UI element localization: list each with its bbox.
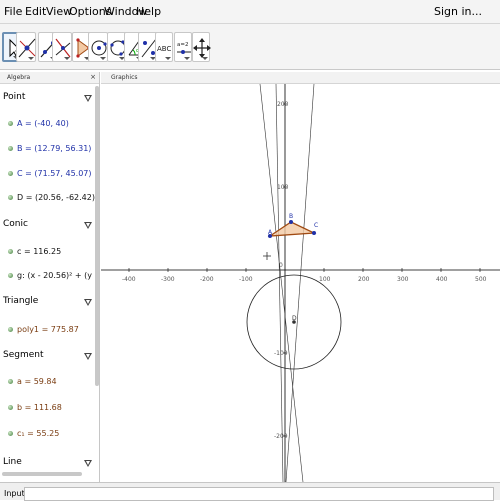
list-item-c1[interactable]: c₁ = 55.25 <box>8 429 59 438</box>
vertical-scrollbar[interactable] <box>95 86 99 386</box>
category-conic[interactable]: Conic <box>3 219 28 229</box>
y-tick-label: 100 <box>277 184 289 191</box>
algebra-view: Algebra × Point A = (-40, 40) B = (12.79… <box>0 72 100 500</box>
point-tool-button[interactable] <box>16 32 36 62</box>
graphics-header: Graphics <box>101 72 500 84</box>
crosshair-cursor-icon <box>263 252 271 260</box>
menu-help[interactable]: Help <box>136 5 161 18</box>
menu-file[interactable]: File <box>4 5 22 18</box>
y-tick-label: -200 <box>274 433 288 440</box>
item-text: C = (71.57, 45.07) <box>17 169 92 178</box>
x-tick-label: 100 <box>319 276 331 283</box>
triangle-poly1[interactable] <box>267 221 317 237</box>
list-item-g[interactable]: g: (x - 20.56)² + (y + 62.42)² <box>8 271 99 280</box>
horizontal-scrollbar[interactable] <box>2 472 82 476</box>
item-text: g: (x - 20.56)² + (y + 62.42)² <box>17 271 99 280</box>
circle-tool-button[interactable] <box>88 32 108 62</box>
slider-tool-button[interactable]: a=2 <box>174 32 192 62</box>
list-item-poly1[interactable]: poly1 = 775.87 <box>8 325 79 334</box>
menu-edit[interactable]: Edit <box>25 5 46 18</box>
point-label-D: D <box>292 315 297 322</box>
sign-in-link[interactable]: Sign in... <box>434 5 482 18</box>
collapse-triangle-icon[interactable] <box>84 353 92 360</box>
x-tick-label: -100 <box>239 276 253 283</box>
visibility-toggle-icon[interactable] <box>8 121 13 126</box>
visibility-toggle-icon[interactable] <box>8 195 13 200</box>
point-B[interactable] <box>289 220 293 224</box>
collapse-triangle-icon[interactable] <box>84 95 92 102</box>
list-item-B[interactable]: B = (12.79, 56.31) <box>8 144 91 153</box>
input-field[interactable] <box>24 487 494 501</box>
visibility-toggle-icon[interactable] <box>8 249 13 254</box>
item-text: poly1 = 775.87 <box>17 325 79 334</box>
category-point[interactable]: Point <box>3 92 25 102</box>
visibility-toggle-icon[interactable] <box>8 405 13 410</box>
input-bar: Input: <box>0 482 500 501</box>
toolbar: α ABC a=2 <box>0 24 500 70</box>
collapse-triangle-icon[interactable] <box>84 460 92 467</box>
item-text: a = 59.84 <box>17 377 57 386</box>
visibility-toggle-icon[interactable] <box>8 171 13 176</box>
x-tick-label: 300 <box>397 276 409 283</box>
visibility-toggle-icon[interactable] <box>8 273 13 278</box>
list-item-b[interactable]: b = 111.68 <box>8 403 62 412</box>
visibility-toggle-icon[interactable] <box>8 379 13 384</box>
visibility-toggle-icon[interactable] <box>8 431 13 436</box>
x-tick-label: -400 <box>122 276 136 283</box>
x-tick-label: 500 <box>475 276 487 283</box>
item-text: b = 111.68 <box>17 403 62 412</box>
item-text: D = (20.56, -62.42) <box>17 193 95 202</box>
algebra-title: Algebra <box>7 74 31 81</box>
x-tick-label: -200 <box>200 276 214 283</box>
point-label-B: B <box>289 213 293 220</box>
list-item-a[interactable]: a = 59.84 <box>8 377 57 386</box>
category-line[interactable]: Line <box>3 457 22 467</box>
list-item-C[interactable]: C = (71.57, 45.07) <box>8 169 92 178</box>
circle-tool-icon <box>91 40 107 56</box>
perpendicular-tool-button[interactable] <box>52 32 72 62</box>
point-tool-icon <box>18 38 36 58</box>
close-icon[interactable]: × <box>90 73 96 81</box>
svg-text:ABC: ABC <box>157 45 171 53</box>
svg-text:a=2: a=2 <box>177 42 188 48</box>
x-tick-label: 400 <box>436 276 448 283</box>
collapse-triangle-icon[interactable] <box>84 222 92 229</box>
algebra-header: Algebra × <box>0 72 99 84</box>
perpendicular-tool-icon <box>55 38 71 58</box>
list-item-c[interactable]: c = 116.25 <box>8 247 61 256</box>
collapse-triangle-icon[interactable] <box>84 299 92 306</box>
point-label-C: C <box>314 222 318 229</box>
list-item-D[interactable]: D = (20.56, -62.42) <box>8 193 95 202</box>
graphics-canvas[interactable]: -400 -300 -200 -100 0 100 200 300 400 50… <box>101 84 500 482</box>
list-item-A[interactable]: A = (-40, 40) <box>8 119 69 128</box>
visibility-toggle-icon[interactable] <box>8 327 13 332</box>
item-text: c₁ = 55.25 <box>17 429 60 438</box>
item-text: B = (12.79, 56.31) <box>17 144 92 153</box>
item-text: A = (-40, 40) <box>17 119 69 128</box>
visibility-toggle-icon[interactable] <box>8 146 13 151</box>
y-tick-label: 200 <box>277 101 289 108</box>
move-graphics-tool-button[interactable] <box>192 32 211 62</box>
item-text: c = 116.25 <box>17 247 62 256</box>
graphics-title: Graphics <box>111 74 138 81</box>
x-tick-label: 200 <box>358 276 370 283</box>
menu-bar: File Edit View Options Window Help Sign … <box>0 0 500 24</box>
point-C[interactable] <box>312 231 316 235</box>
category-triangle[interactable]: Triangle <box>3 296 38 306</box>
text-tool-button[interactable]: ABC <box>155 32 173 62</box>
category-segment[interactable]: Segment <box>3 350 44 360</box>
x-tick-label: -300 <box>161 276 175 283</box>
